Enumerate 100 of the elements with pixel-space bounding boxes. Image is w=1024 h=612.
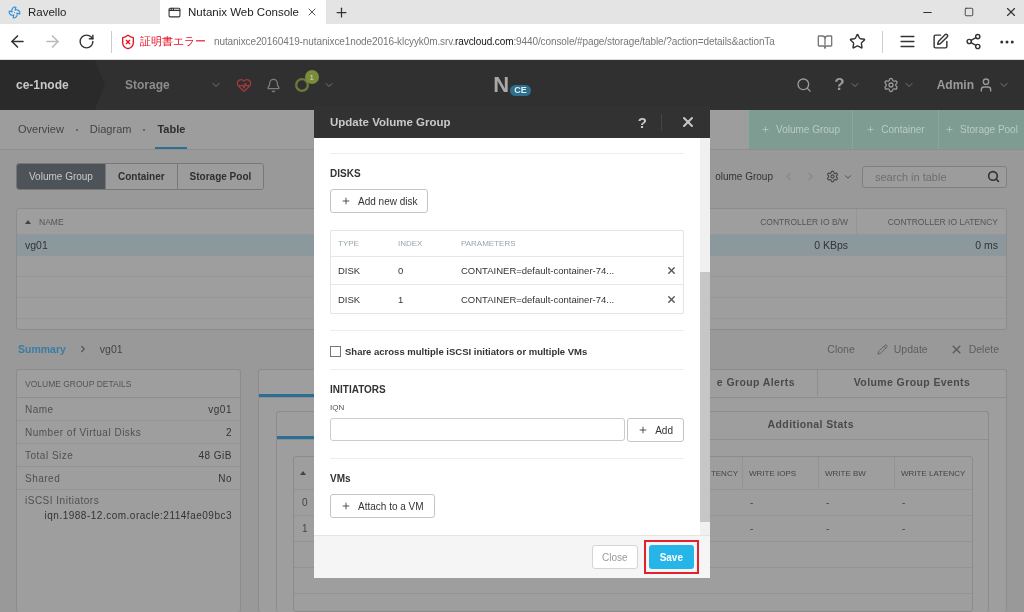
window-icon: [168, 5, 181, 19]
column-header[interactable]: WRITE LATENCY: [901, 468, 966, 478]
status-ring-icon[interactable]: [294, 78, 309, 92]
share-icon[interactable]: [965, 33, 982, 50]
close-icon: [949, 342, 963, 356]
settings-icon[interactable]: [826, 170, 839, 183]
entity-label: olume Group: [715, 171, 773, 182]
attach-vm-button[interactable]: Attach to a VM: [330, 494, 435, 518]
maximize-icon[interactable]: [964, 7, 974, 17]
help-button[interactable]: ?: [637, 113, 662, 131]
plus-icon: [866, 125, 876, 134]
field-label: IQN: [330, 403, 346, 412]
view-tab[interactable]: Diagram: [87, 110, 134, 149]
note-icon[interactable]: [932, 33, 949, 50]
close-icon[interactable]: [1004, 5, 1018, 19]
section-heading: INITIATORS: [330, 384, 387, 395]
column-header[interactable]: NAME: [39, 216, 64, 227]
column-header: TYPE: [338, 239, 360, 248]
save-button[interactable]: Save: [648, 545, 694, 569]
detail-value: 2: [225, 426, 232, 438]
checkbox[interactable]: [330, 346, 341, 357]
certificate-error[interactable]: 証明書エラー: [140, 34, 206, 49]
table-cell: vg01: [25, 239, 48, 251]
user-menu[interactable]: Admin: [936, 78, 974, 92]
detail-label: Number of Virtual Disks: [25, 426, 142, 438]
table-cell: 0 KBps: [814, 239, 848, 251]
cluster-name[interactable]: ce-1node: [0, 60, 105, 110]
search-icon[interactable]: [796, 77, 813, 93]
detail-label: iSCSI Initiators: [25, 495, 100, 506]
detail-value: No: [218, 472, 232, 484]
table-cell-text: -: [825, 497, 831, 508]
column-header[interactable]: WRITE IOPS: [749, 468, 797, 478]
dialog-title: Update Volume Group: [330, 116, 452, 128]
pencil-icon: [876, 343, 888, 355]
column-header[interactable]: WRITE BW: [825, 468, 866, 478]
help-menu[interactable]: ?: [834, 75, 845, 95]
detail-label: Shared: [25, 472, 61, 484]
panel-title: VOLUME GROUP DETAILS: [17, 370, 240, 398]
column-header: PARAMETERS: [461, 239, 517, 248]
view-tab[interactable]: Table: [155, 110, 188, 149]
column-header[interactable]: TENCY: [710, 468, 738, 478]
refresh-icon[interactable]: [78, 33, 95, 50]
detail-value: vg01: [208, 403, 232, 415]
book-icon[interactable]: [817, 33, 833, 50]
plus-icon: [761, 125, 771, 134]
table-cell-text: 1: [398, 293, 405, 305]
browser-tab[interactable]: Nutanix Web Console: [160, 0, 326, 24]
close-icon[interactable]: [680, 114, 696, 130]
plus-icon[interactable]: [334, 4, 349, 20]
entity-tab[interactable]: Volume Group: [17, 164, 105, 189]
table-cell-text: -: [901, 523, 907, 534]
sort-icon[interactable]: [25, 219, 31, 224]
table-cell-text: 0: [398, 265, 405, 276]
iqn-field[interactable]: [330, 418, 626, 441]
table-cell-text: CONTAINER=default-container-74...: [461, 265, 616, 276]
column-header[interactable]: CONTROLLER IO B/W: [760, 216, 848, 227]
section-menu[interactable]: Storage: [125, 78, 170, 92]
search-icon: [987, 170, 1000, 183]
column-header[interactable]: CONTROLLER IO LATENCY: [887, 216, 998, 227]
pinwheel-icon: [8, 5, 21, 19]
close-button[interactable]: Close: [592, 545, 638, 569]
sort-icon[interactable]: [300, 471, 306, 475]
view-tab[interactable]: Overview: [16, 110, 66, 149]
menu-icon[interactable]: [899, 33, 916, 50]
settings-icon[interactable]: [882, 77, 899, 93]
scrollbar-thumb[interactable]: [700, 272, 710, 522]
section-heading: VMs: [330, 473, 352, 484]
detail-value: 48 GiB: [198, 449, 232, 461]
add-button[interactable]: Add: [627, 418, 684, 442]
breadcrumb-current: vg01: [99, 343, 123, 355]
entity-tab[interactable]: Storage Pool: [176, 164, 264, 189]
action-button[interactable]: Delete: [949, 342, 999, 356]
plus-icon: [638, 425, 649, 435]
add-disk-button[interactable]: Add new disk: [330, 189, 429, 213]
star-icon[interactable]: [849, 33, 866, 50]
logo: N CE: [493, 72, 531, 98]
address-field[interactable]: nutanixce20160419-nutanixce1node2016-klcyyk0m.srv.ravcloud.com:9440/console/#page/storage/table/?action=details&actionTa: [214, 36, 775, 47]
bell-icon[interactable]: [265, 77, 281, 93]
alert-count: 1: [304, 70, 319, 84]
table-cell-text: 0: [301, 497, 309, 508]
detail-label: Name: [25, 403, 54, 415]
plus-icon: [341, 501, 351, 511]
table-cell-text: 1: [301, 523, 309, 534]
table-cell-text: CONTAINER=default-container-74...: [461, 293, 616, 305]
detail-value: iqn.1988-12.com.oracle:2114fae09bc3: [44, 510, 232, 521]
action-button[interactable]: Update: [876, 343, 928, 355]
table-cell-text: -: [825, 523, 831, 534]
table-cell: 0 ms: [975, 239, 998, 251]
panel-tab[interactable]: Volume Group Events: [817, 370, 1006, 397]
back-icon[interactable]: [8, 32, 27, 51]
user-icon[interactable]: [978, 77, 994, 93]
table-cell-text: -: [749, 497, 755, 508]
close-icon[interactable]: [306, 6, 318, 18]
table-cell-text: -: [901, 497, 907, 508]
action-button[interactable]: Clone: [827, 343, 855, 355]
plus-icon: [945, 125, 955, 134]
table-cell-text: DISK: [338, 293, 362, 305]
shield-icon: [120, 33, 136, 50]
table-cell-text: DISK: [338, 265, 362, 276]
section-heading: DISKS: [330, 168, 362, 179]
